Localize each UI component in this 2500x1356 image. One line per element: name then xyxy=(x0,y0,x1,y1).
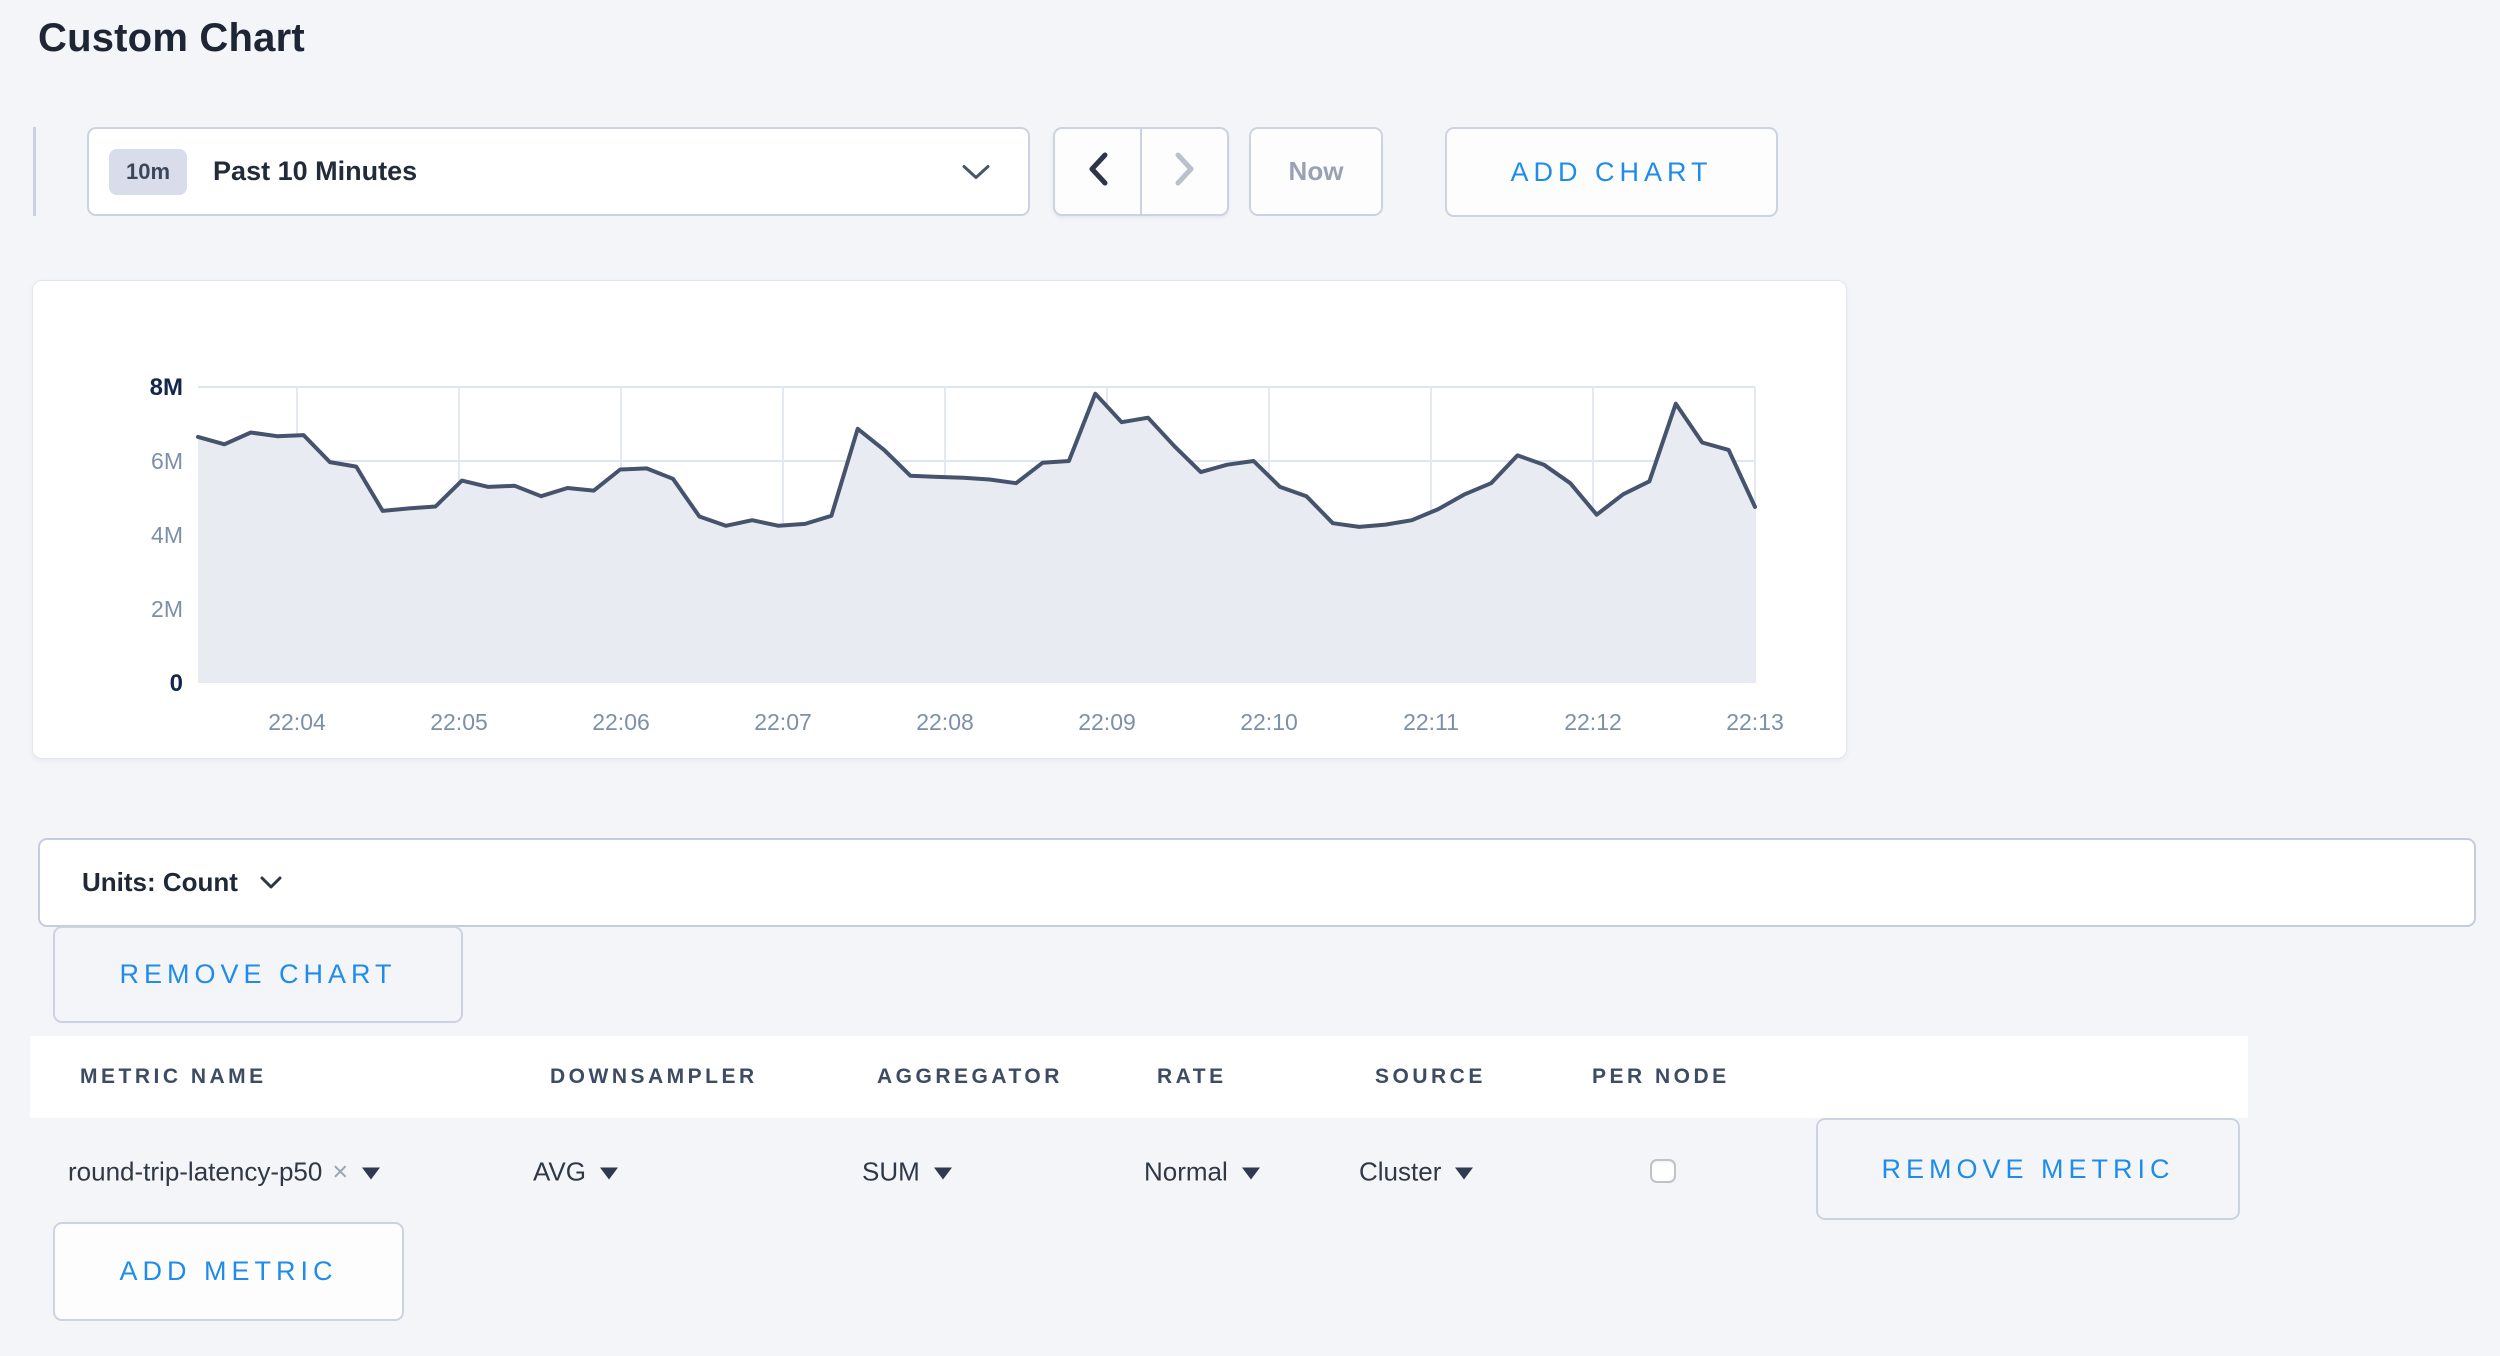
metrics-table-header: METRIC NAME DOWNSAMPLER AGGREGATOR RATE … xyxy=(30,1036,2248,1118)
time-range-select[interactable]: 10m Past 10 Minutes xyxy=(87,127,1030,216)
caret-down-icon xyxy=(1242,1168,1260,1180)
remove-metric-button[interactable]: REMOVE METRIC xyxy=(1816,1118,2240,1220)
column-header-aggregator: AGGREGATOR xyxy=(877,1065,1063,1089)
svg-text:22:12: 22:12 xyxy=(1564,709,1622,735)
add-metric-button[interactable]: ADD METRIC xyxy=(53,1222,404,1321)
downsampler-select[interactable]: AVG xyxy=(533,1157,618,1188)
svg-text:4M: 4M xyxy=(151,522,183,548)
svg-text:22:11: 22:11 xyxy=(1403,709,1459,735)
source-value: Cluster xyxy=(1359,1157,1441,1188)
downsampler-value: AVG xyxy=(533,1157,586,1188)
units-select-label: Units: Count xyxy=(82,867,238,898)
svg-text:6M: 6M xyxy=(151,448,183,474)
caret-down-icon xyxy=(600,1168,618,1180)
chevron-down-icon xyxy=(260,876,282,890)
svg-text:0: 0 xyxy=(170,670,183,697)
svg-text:22:05: 22:05 xyxy=(430,709,488,735)
svg-text:22:04: 22:04 xyxy=(268,709,326,735)
now-button[interactable]: Now xyxy=(1249,127,1383,216)
svg-text:22:09: 22:09 xyxy=(1078,709,1136,735)
column-header-metric-name: METRIC NAME xyxy=(80,1065,267,1089)
svg-text:22:10: 22:10 xyxy=(1240,709,1298,735)
time-next-button[interactable] xyxy=(1142,129,1227,214)
toolbar-left-rule xyxy=(33,127,36,216)
remove-chart-button[interactable]: REMOVE CHART xyxy=(53,926,463,1023)
column-header-source: SOURCE xyxy=(1375,1065,1486,1089)
svg-text:8M: 8M xyxy=(150,374,183,401)
svg-text:22:13: 22:13 xyxy=(1726,709,1784,735)
column-header-rate: RATE xyxy=(1157,1065,1227,1089)
svg-text:22:08: 22:08 xyxy=(916,709,974,735)
rate-select[interactable]: Normal xyxy=(1144,1157,1260,1188)
per-node-checkbox[interactable] xyxy=(1650,1159,1676,1183)
add-chart-button[interactable]: ADD CHART xyxy=(1445,127,1778,217)
column-header-per-node: PER NODE xyxy=(1592,1065,1730,1089)
chevron-right-icon xyxy=(1174,152,1196,191)
chevron-down-icon xyxy=(962,163,990,180)
metric-name-value: round-trip-latency-p50 xyxy=(68,1157,322,1188)
caret-down-icon xyxy=(934,1168,952,1180)
metric-name-select[interactable]: round-trip-latency-p50 × xyxy=(68,1157,380,1188)
page-title: Custom Chart xyxy=(38,16,305,61)
custom-chart-svg: 0 2M 4M 6M 8M 22:04 22:05 22:06 22:07 22:08 22:09 2… xyxy=(33,281,1846,758)
chart-card: 0 2M 4M 6M 8M 22:04 22:05 22:06 22:07 22:08 22:09 2… xyxy=(32,280,1847,759)
time-range-badge: 10m xyxy=(109,149,187,195)
svg-text:22:06: 22:06 xyxy=(592,709,650,735)
aggregator-value: SUM xyxy=(862,1157,920,1188)
caret-down-icon xyxy=(1455,1168,1473,1180)
clear-metric-icon[interactable]: × xyxy=(332,1157,348,1188)
caret-down-icon xyxy=(362,1168,380,1180)
chevron-left-icon xyxy=(1087,152,1109,191)
aggregator-select[interactable]: SUM xyxy=(862,1157,952,1188)
time-prev-button[interactable] xyxy=(1055,129,1142,214)
time-nav-arrows xyxy=(1053,127,1229,216)
time-range-label: Past 10 Minutes xyxy=(213,156,417,187)
units-select[interactable]: Units: Count xyxy=(38,838,2476,927)
source-select[interactable]: Cluster xyxy=(1359,1157,1473,1188)
svg-text:2M: 2M xyxy=(151,596,183,622)
rate-value: Normal xyxy=(1144,1157,1228,1188)
column-header-downsampler: DOWNSAMPLER xyxy=(550,1065,758,1089)
svg-text:22:07: 22:07 xyxy=(754,709,812,735)
